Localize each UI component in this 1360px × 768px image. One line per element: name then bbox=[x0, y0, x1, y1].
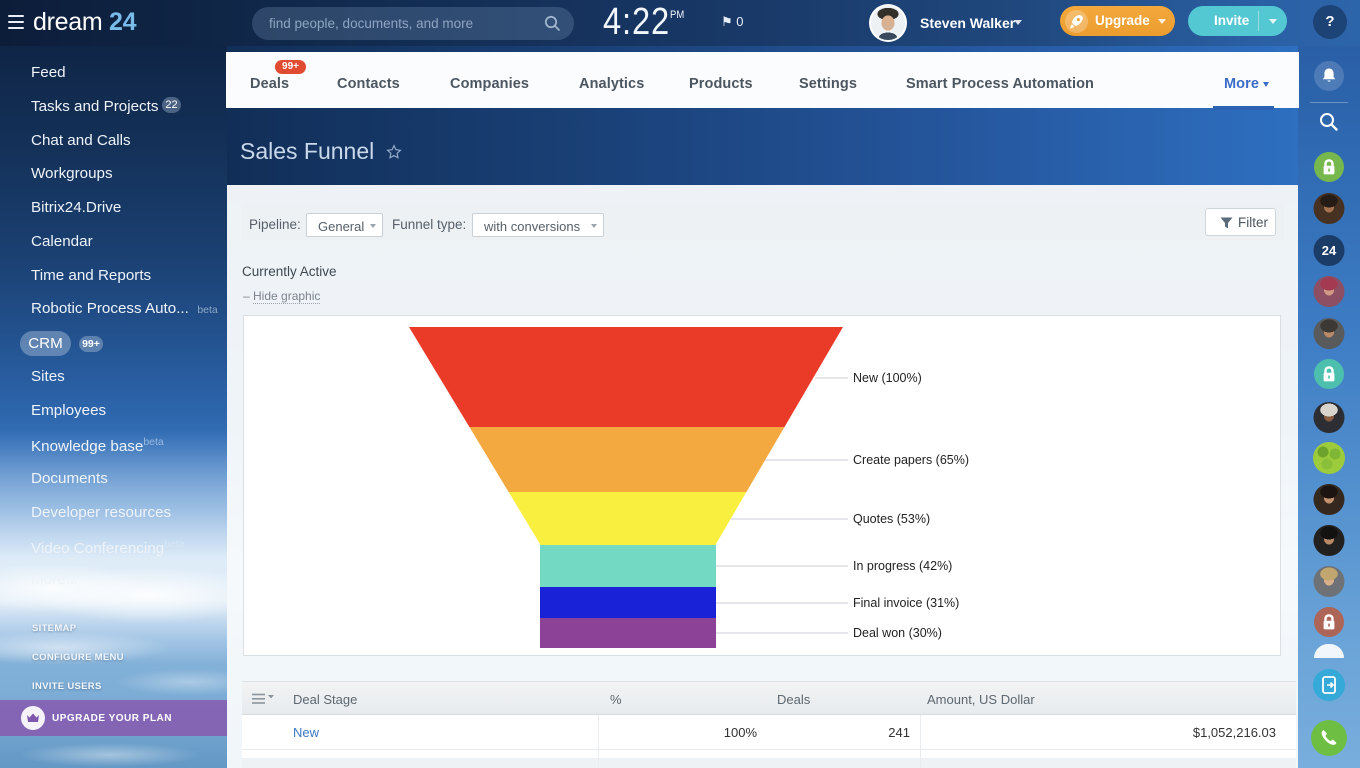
svg-text:New (100%): New (100%) bbox=[853, 371, 922, 385]
svg-text:Final invoice (31%): Final invoice (31%) bbox=[853, 596, 959, 610]
svg-text:In progress (42%): In progress (42%) bbox=[853, 559, 952, 573]
svg-text:Deal won (30%): Deal won (30%) bbox=[853, 626, 942, 640]
svg-text:Create papers (65%): Create papers (65%) bbox=[853, 453, 969, 467]
svg-text:Quotes (53%): Quotes (53%) bbox=[853, 512, 930, 526]
